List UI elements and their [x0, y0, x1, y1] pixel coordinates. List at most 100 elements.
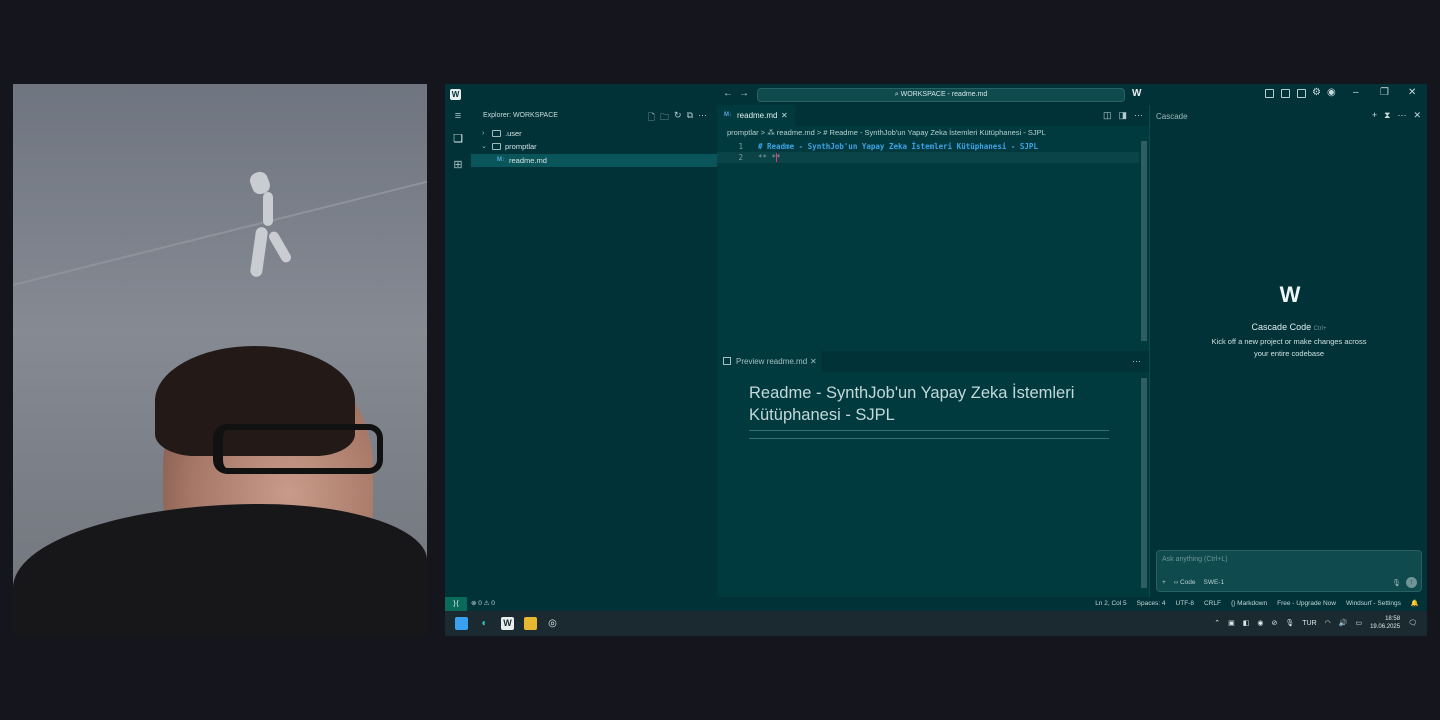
- windsurf-taskbar-icon[interactable]: W: [501, 617, 514, 630]
- network-icon[interactable]: ◠: [1325, 619, 1331, 627]
- close-tab-icon[interactable]: ✕: [781, 105, 788, 126]
- preview-tabs: Preview readme.md ✕ ⋯: [717, 351, 1149, 372]
- toggle-panel-icon[interactable]: [1281, 89, 1290, 98]
- microphone-icon[interactable]: 🎙: [1392, 579, 1401, 587]
- cursor-position[interactable]: Ln 2, Col 5: [1095, 597, 1126, 611]
- webcam-feed: [13, 84, 427, 636]
- tab-preview-readme[interactable]: Preview readme.md ✕: [717, 351, 821, 372]
- editor-group: M↓ readme.md ✕ ◫ ◨ ⋯ promptlar > ⁂ readm…: [717, 105, 1149, 597]
- mode-select[interactable]: ‹› Code: [1174, 579, 1196, 586]
- plus-icon[interactable]: +: [1372, 110, 1377, 121]
- more-actions-icon[interactable]: ⋯: [1397, 110, 1406, 121]
- edge-browser-icon[interactable]: ◐: [478, 617, 491, 630]
- remote-icon[interactable]: ⟩⟨: [445, 597, 467, 611]
- preview-icon: [723, 357, 731, 365]
- arrow-right-icon[interactable]: →: [739, 88, 749, 99]
- more-actions-icon[interactable]: ⋯: [1132, 356, 1141, 367]
- line-ending[interactable]: CRLF: [1204, 597, 1221, 611]
- new-file-icon[interactable]: 🗋: [648, 110, 655, 126]
- tab-readme[interactable]: M↓ readme.md ✕: [717, 105, 795, 126]
- toggle-secondary-sidebar-icon[interactable]: [1297, 89, 1306, 98]
- chevron-up-icon[interactable]: ⌃: [1214, 619, 1220, 627]
- cascade-toolbar: + ⧗ ⋯ ✕: [1372, 110, 1421, 121]
- collapse-all-icon[interactable]: ⧉: [687, 110, 693, 126]
- command-center-search[interactable]: ⌕ WORKSPACE - readme.md: [757, 88, 1125, 102]
- refresh-icon[interactable]: ↻: [674, 110, 682, 126]
- chrome-icon[interactable]: ◉: [1257, 619, 1263, 627]
- microphone-icon[interactable]: 🎙: [1285, 619, 1294, 627]
- windsurf-logo-icon: W: [1279, 282, 1301, 307]
- language-mode[interactable]: {} Markdown: [1231, 597, 1267, 611]
- explorer-toolbar: 🗋 🗀 ↻ ⧉ ⋯: [648, 110, 707, 126]
- history-icon[interactable]: ⧗: [1384, 110, 1390, 121]
- plan-status[interactable]: Free - Upgrade Now: [1277, 597, 1336, 611]
- tree-item-promptlar[interactable]: ⌄ promptlar: [471, 140, 717, 153]
- settings-gear-icon[interactable]: ⚙: [1312, 87, 1321, 98]
- windsurf-brand-icon[interactable]: W: [1132, 88, 1141, 99]
- obs-icon[interactable]: ◎: [546, 617, 559, 630]
- preview-heading: Readme - SynthJob'un Yapay Zeka İstemler…: [749, 382, 1109, 431]
- preview-divider: [749, 438, 1109, 439]
- open-preview-icon[interactable]: ◫: [1103, 110, 1112, 121]
- cascade-input[interactable]: Ask anything (Ctrl+L) + ‹› Code SWE-1 🎙 …: [1156, 550, 1422, 592]
- minimize-icon[interactable]: –: [1353, 87, 1359, 98]
- account-icon[interactable]: ◉: [1327, 87, 1336, 98]
- start-icon[interactable]: [455, 617, 468, 630]
- model-select[interactable]: SWE-1: [1203, 579, 1224, 586]
- arrow-left-icon[interactable]: ←: [723, 88, 733, 99]
- ceiling-fan-image: [245, 169, 295, 282]
- indentation[interactable]: Spaces: 4: [1137, 597, 1166, 611]
- cascade-subtitle: Kick off a new project or make changes a…: [1211, 337, 1367, 358]
- explorer-icon[interactable]: ❏: [452, 133, 464, 145]
- restore-icon[interactable]: ❐: [1380, 87, 1389, 98]
- lock-icon[interactable]: ▣: [1228, 619, 1235, 627]
- battery-icon[interactable]: ▭: [1355, 619, 1362, 627]
- editor-scrollbar[interactable]: [1141, 141, 1147, 341]
- extensions-icon[interactable]: ⊞: [452, 159, 464, 171]
- volume-icon[interactable]: 🔊: [1339, 619, 1348, 627]
- wall-edge: [13, 180, 427, 286]
- person-torso: [13, 504, 427, 636]
- markdown-file-icon: M↓: [724, 112, 732, 118]
- add-context-icon[interactable]: +: [1162, 579, 1166, 586]
- status-items: Ln 2, Col 5 Spaces: 4 UTF-8 CRLF {} Mark…: [1095, 597, 1419, 611]
- toggle-sidebar-icon[interactable]: [1265, 89, 1274, 98]
- encoding[interactable]: UTF-8: [1176, 597, 1194, 611]
- windsurf-settings[interactable]: Windsurf - Settings: [1346, 597, 1401, 611]
- editor-actions: ◫ ◨ ⋯: [1103, 110, 1143, 121]
- tree-item-readme[interactable]: M↓ readme.md: [471, 154, 717, 167]
- new-folder-icon[interactable]: 🗀: [660, 110, 669, 126]
- chevron-right-icon: ›: [482, 130, 485, 137]
- more-actions-icon[interactable]: ⋯: [698, 110, 707, 126]
- preview-scrollbar[interactable]: [1141, 378, 1147, 588]
- cascade-options: + ‹› Code SWE-1: [1162, 579, 1224, 586]
- chevron-down-icon: ⌄: [481, 143, 487, 150]
- code-line[interactable]: 2 ** **: [717, 152, 1139, 163]
- problems-indicator[interactable]: ⊗ 0 ⚠ 0: [471, 597, 495, 611]
- app-tray-icon[interactable]: ◧: [1243, 619, 1250, 627]
- code-line[interactable]: 1 # Readme - SynthJob'un Yapay Zeka İste…: [717, 141, 1139, 152]
- breadcrumb[interactable]: promptlar > ⁂ readme.md > # Readme - Syn…: [727, 128, 1046, 137]
- tree-item-user[interactable]: › .user: [471, 127, 717, 140]
- input-language[interactable]: TUR: [1302, 620, 1316, 627]
- close-icon[interactable]: ✕: [1413, 110, 1421, 121]
- code-editor[interactable]: 1 # Readme - SynthJob'un Yapay Zeka İste…: [717, 141, 1139, 163]
- notification-center-icon[interactable]: 🗨: [1408, 619, 1417, 627]
- clock[interactable]: 18:58 19.06.2025: [1370, 615, 1400, 631]
- close-window-icon[interactable]: ✕: [1408, 87, 1416, 98]
- more-actions-icon[interactable]: ⋯: [1134, 110, 1143, 121]
- close-tab-icon[interactable]: ✕: [810, 351, 817, 372]
- split-editor-icon[interactable]: ◨: [1118, 110, 1127, 121]
- folder-icon: [492, 130, 501, 137]
- cascade-panel: Cascade + ⧗ ⋯ ✕ W Cascade Code Ctrl+ Kic…: [1149, 105, 1427, 597]
- menu-icon[interactable]: ≡: [452, 110, 464, 122]
- editor-tabs: M↓ readme.md ✕ ◫ ◨ ⋯: [717, 105, 1149, 126]
- cascade-heading: Cascade Code Ctrl+: [1251, 322, 1327, 332]
- record-icon[interactable]: ⊘: [1271, 619, 1277, 627]
- send-icon[interactable]: ↑: [1406, 577, 1417, 588]
- cascade-input-placeholder[interactable]: Ask anything (Ctrl+L): [1162, 556, 1228, 563]
- windsurf-logo-icon: W: [450, 89, 461, 100]
- file-explorer-icon[interactable]: [524, 617, 537, 630]
- ide-window: W ← → ⌕ WORKSPACE - readme.md W ⚙ ◉ – ❐ …: [445, 84, 1427, 636]
- notifications-icon[interactable]: 🔔: [1411, 597, 1419, 611]
